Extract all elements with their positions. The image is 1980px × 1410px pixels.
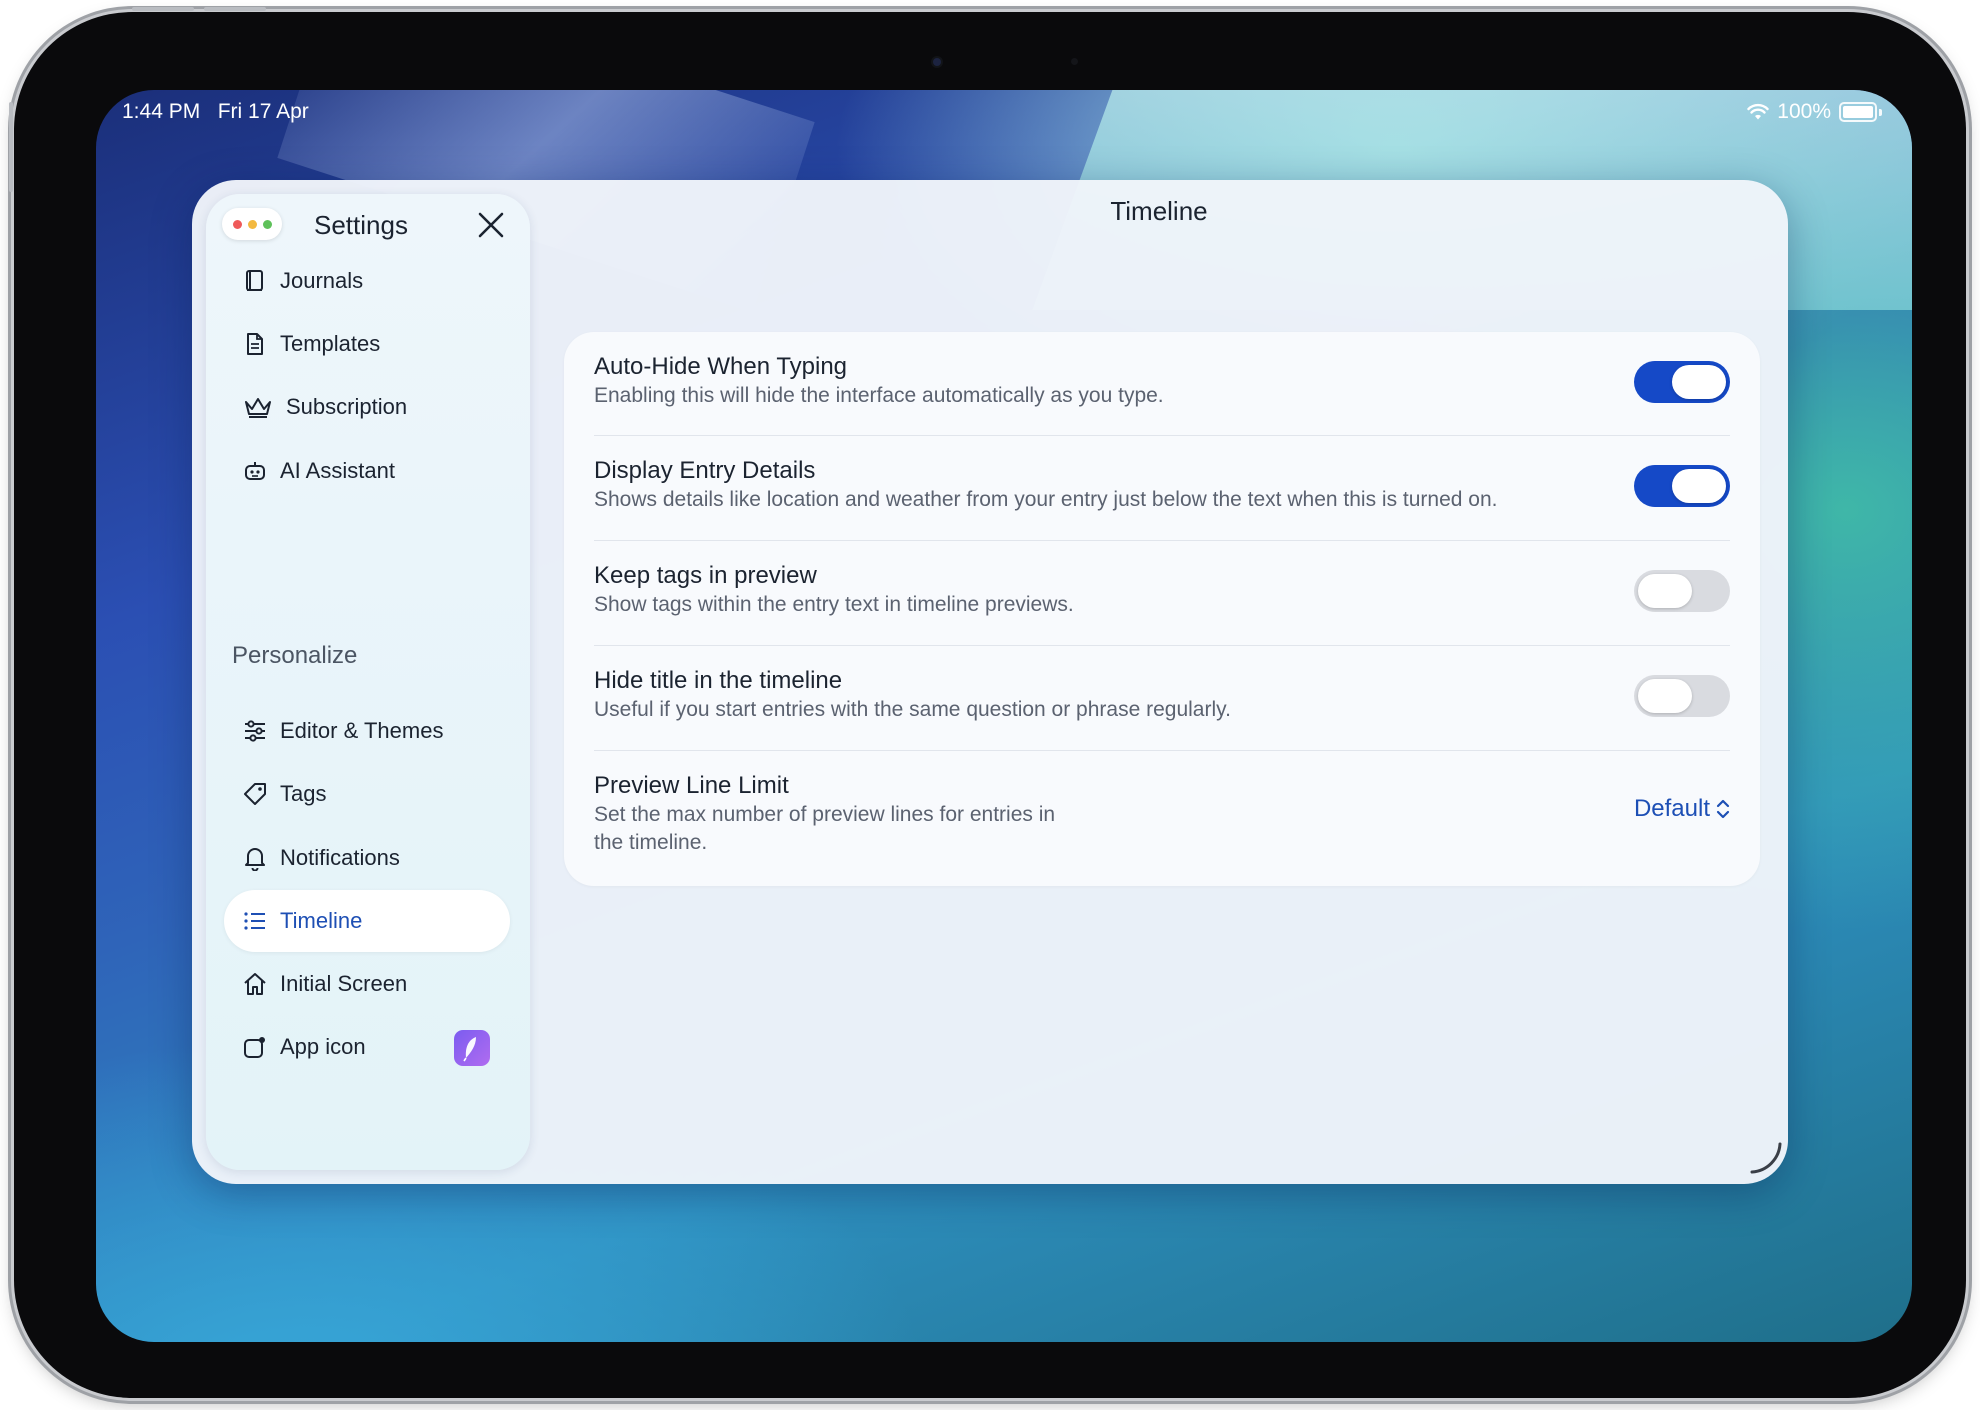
select-value: Default xyxy=(1633,795,1710,822)
status-time-date: 1:44 PM Fri 17 Apr xyxy=(122,100,309,124)
settings-window: Settings Journals Templates Subscription xyxy=(192,180,1788,1184)
setting-title: Display Entry Details xyxy=(594,457,816,484)
wifi-icon xyxy=(1747,103,1769,120)
status-time: 1:44 PM xyxy=(122,100,201,123)
setting-row-entry-details: Display Entry Details Shows details like… xyxy=(594,456,1730,526)
setting-description-line2: the timeline. xyxy=(594,831,708,854)
zoom-dot-icon[interactable] xyxy=(262,219,272,229)
battery-icon xyxy=(1839,102,1877,122)
sidebar-item-label: Initial Screen xyxy=(280,971,408,996)
ambient-sensor xyxy=(1071,58,1078,65)
sidebar-item-templates[interactable]: Templates xyxy=(224,313,510,375)
app-icon-preview xyxy=(454,1030,490,1066)
resize-handle-icon[interactable] xyxy=(1744,1138,1784,1178)
divider xyxy=(594,435,1730,436)
sidebar-item-editor-themes[interactable]: Editor & Themes xyxy=(224,700,510,762)
divider xyxy=(594,645,1730,646)
sidebar-item-journals[interactable]: Journals xyxy=(224,250,510,312)
settings-card: Auto-Hide When Typing Enabling this will… xyxy=(564,332,1760,886)
close-dot-icon[interactable] xyxy=(232,219,242,229)
sidebar-item-initial-screen[interactable]: Initial Screen xyxy=(224,953,510,1015)
sidebar-item-ai-assistant[interactable]: AI Assistant xyxy=(224,440,510,502)
list-icon xyxy=(240,906,270,936)
document-icon xyxy=(240,329,270,359)
window-controls[interactable] xyxy=(222,208,282,240)
status-date: Fri 17 Apr xyxy=(217,100,309,123)
home-icon xyxy=(240,969,270,999)
sidebar-item-tags[interactable]: Tags xyxy=(224,763,510,825)
sidebar-item-label: Templates xyxy=(280,331,381,356)
sidebar-item-label: Subscription xyxy=(286,394,408,419)
setting-row-keep-tags: Keep tags in preview Show tags within th… xyxy=(594,561,1730,631)
feather-icon xyxy=(463,1037,476,1062)
front-camera xyxy=(933,58,941,66)
sidebar-item-label: Notifications xyxy=(280,845,400,870)
sidebar-item-label: App icon xyxy=(280,1034,366,1059)
book-icon xyxy=(240,266,270,296)
sidebar-item-label: Editor & Themes xyxy=(280,718,444,743)
status-right: 100% xyxy=(1747,100,1882,124)
sidebar-item-app-icon[interactable]: App icon xyxy=(224,1016,510,1078)
crown-icon xyxy=(240,392,276,422)
auto-hide-toggle[interactable] xyxy=(1634,361,1730,403)
setting-description: Enabling this will hide the interface au… xyxy=(594,384,1164,407)
setting-row-preview-line-limit: Preview Line Limit Set the max number of… xyxy=(594,771,1730,871)
sidebar-item-timeline[interactable]: Timeline xyxy=(224,890,510,952)
sidebar-title: Settings xyxy=(314,210,408,240)
app-icon xyxy=(240,1032,270,1062)
close-icon[interactable] xyxy=(476,210,506,240)
setting-description: Useful if you start entries with the sam… xyxy=(594,698,1231,721)
status-bar: 1:44 PM Fri 17 Apr 100% xyxy=(96,90,1912,134)
sidebar-item-subscription[interactable]: Subscription xyxy=(224,376,510,438)
setting-title: Keep tags in preview xyxy=(594,562,817,589)
side-button xyxy=(9,102,13,192)
battery-cap xyxy=(1879,108,1882,116)
sliders-icon xyxy=(240,716,270,746)
tag-icon xyxy=(240,779,270,809)
setting-title: Auto-Hide When Typing xyxy=(594,353,848,380)
sidebar-item-label: Tags xyxy=(280,781,327,806)
setting-description: Shows details like location and weather … xyxy=(594,488,1498,511)
top-button xyxy=(132,7,194,11)
hide-title-toggle[interactable] xyxy=(1634,675,1730,717)
entry-details-toggle[interactable] xyxy=(1634,465,1730,507)
battery-percent: 100% xyxy=(1777,100,1831,123)
keep-tags-toggle[interactable] xyxy=(1634,570,1730,612)
robot-icon xyxy=(240,456,270,486)
divider xyxy=(594,750,1730,751)
sidebar-item-notifications[interactable]: Notifications xyxy=(224,827,510,889)
bell-icon xyxy=(240,843,270,873)
divider xyxy=(594,540,1730,541)
sidebar-item-label: Journals xyxy=(280,268,364,293)
sidebar-item-label: Timeline xyxy=(280,908,363,933)
page-title: Timeline xyxy=(1110,196,1208,226)
preview-line-limit-select[interactable]: Default xyxy=(1634,795,1730,823)
setting-title: Hide title in the timeline xyxy=(594,667,843,694)
sidebar: Settings Journals Templates Subscription xyxy=(206,194,530,1170)
minimize-dot-icon[interactable] xyxy=(247,219,257,229)
setting-row-hide-title: Hide title in the timeline Useful if you… xyxy=(594,666,1730,736)
sidebar-item-label: AI Assistant xyxy=(280,458,395,483)
setting-description-line1: Set the max number of preview lines for … xyxy=(594,803,1056,826)
section-personalize: Personalize xyxy=(232,642,358,669)
top-button-2 xyxy=(204,7,266,11)
setting-description: Show tags within the entry text in timel… xyxy=(594,593,1074,616)
chevron-up-down-icon xyxy=(1716,799,1730,819)
setting-title: Preview Line Limit xyxy=(594,772,789,799)
setting-row-auto-hide: Auto-Hide When Typing Enabling this will… xyxy=(594,352,1730,422)
